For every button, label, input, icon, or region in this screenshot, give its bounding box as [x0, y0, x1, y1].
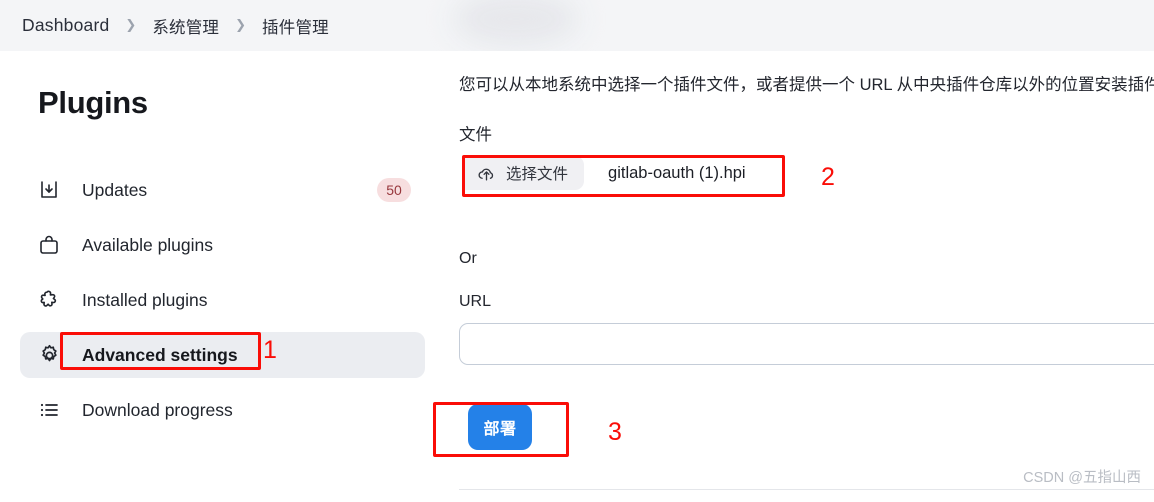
sidebar-item-label: Download progress	[82, 399, 233, 420]
redacted-header-region	[452, 0, 580, 48]
chevron-right-icon: ❯	[125, 17, 137, 32]
sidebar-item-installed-plugins[interactable]: Installed plugins	[20, 277, 425, 323]
choose-file-label: 选择文件	[506, 166, 569, 183]
or-separator-label: Or	[459, 250, 477, 267]
cloud-upload-icon	[477, 164, 496, 183]
selected-file-name: gitlab-oauth (1).hpi	[608, 163, 746, 182]
breadcrumb: Dashboard ❯ 系统管理 ❯ 插件管理	[22, 0, 329, 51]
gear-icon	[36, 342, 62, 368]
sidebar-item-advanced-settings[interactable]: Advanced settings	[20, 332, 425, 378]
updates-count-badge: 50	[377, 178, 411, 202]
sidebar-nav: Updates 50 Available plugins Installed p	[20, 167, 425, 442]
breadcrumb-item-system-management[interactable]: 系统管理	[152, 14, 219, 38]
upload-description: 您可以从本地系统中选择一个插件文件，或者提供一个 URL 从中央插件仓库以外的位…	[459, 76, 1154, 94]
sidebar-item-label: Available plugins	[82, 234, 214, 255]
bottom-divider	[459, 489, 1154, 490]
sidebar-item-label: Installed plugins	[82, 289, 208, 310]
file-upload-control[interactable]: 选择文件 gitlab-oauth (1).hpi	[464, 156, 746, 190]
sidebar-item-available-plugins[interactable]: Available plugins	[20, 222, 425, 268]
download-box-icon	[36, 177, 62, 203]
puzzle-piece-icon	[36, 287, 62, 313]
sidebar-item-label: Advanced settings	[82, 344, 238, 365]
top-header-bar: Dashboard ❯ 系统管理 ❯ 插件管理	[0, 0, 1154, 51]
page-title: Plugins	[38, 85, 148, 120]
breadcrumb-item-dashboard[interactable]: Dashboard	[22, 15, 109, 36]
plugins-sidebar: Plugins Updates 50 Available plugins Ins…	[0, 51, 440, 502]
chevron-right-icon: ❯	[235, 17, 247, 32]
main-content: 您可以从本地系统中选择一个插件文件，或者提供一个 URL 从中央插件仓库以外的位…	[440, 51, 1154, 502]
plugins-advanced-settings-page: Dashboard ❯ 系统管理 ❯ 插件管理 Plugins Updates …	[0, 0, 1154, 502]
breadcrumb-item-plugin-management[interactable]: 插件管理	[262, 14, 329, 38]
url-field-label: URL	[459, 293, 492, 310]
choose-file-button[interactable]: 选择文件	[464, 156, 585, 190]
url-input[interactable]	[459, 323, 1154, 365]
list-icon	[36, 397, 62, 423]
sidebar-item-updates[interactable]: Updates 50	[20, 167, 425, 213]
sidebar-item-label: Updates	[82, 179, 148, 200]
file-field-label: 文件	[459, 126, 492, 144]
shopping-bag-icon	[36, 232, 62, 258]
sidebar-item-download-progress[interactable]: Download progress	[20, 387, 425, 433]
watermark: CSDN @五指山西	[1023, 470, 1141, 486]
deploy-button[interactable]: 部署	[468, 404, 532, 450]
